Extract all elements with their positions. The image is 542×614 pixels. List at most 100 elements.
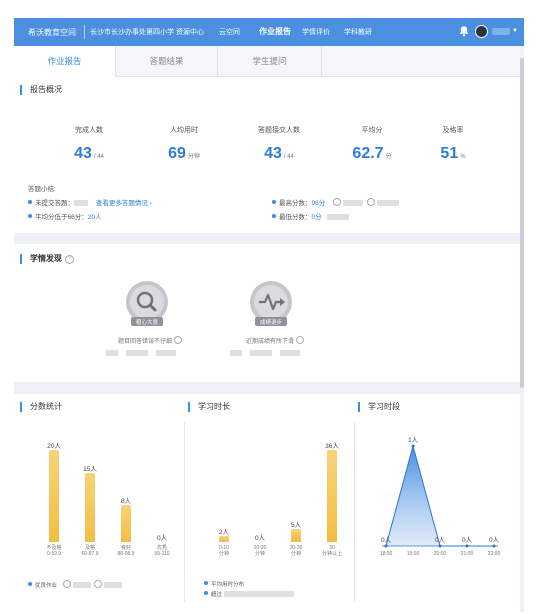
- score-x-label-line: 0-59.9: [46, 551, 62, 557]
- stat-submitted-suffix: / 44: [283, 154, 294, 160]
- nav-homework-report[interactable]: 作业报告: [259, 26, 291, 37]
- stat-avg-time: 人均用时 69 分钟: [139, 125, 229, 163]
- time-x-label-3: 30 分钟以上: [317, 545, 347, 557]
- avatar-icon: [94, 580, 103, 588]
- badge-caption-careless: 题目回答错误不仔细: [118, 336, 184, 345]
- bell-icon[interactable]: [458, 25, 470, 37]
- score-x-label-3: 优秀 99-110: [147, 545, 177, 557]
- below-avg-count[interactable]: 20人: [88, 214, 102, 221]
- nav-research[interactable]: 学科教研: [344, 27, 372, 37]
- magnifier-badge-icon[interactable]: 粗心大意: [120, 278, 174, 332]
- tab-bar: 作业报告 答题结果 学生提问: [14, 46, 520, 77]
- stat-completed-value: 43: [74, 145, 92, 162]
- stat-submitted-value: 43: [264, 145, 282, 162]
- help-icon[interactable]: [174, 336, 183, 344]
- view-more-link[interactable]: 查看更多答题情况 ›: [96, 200, 152, 207]
- avatar-icon: [333, 198, 342, 206]
- top-navigation-bar: 希沃教育空间 长沙市长沙办事处第四小学 资源中心 云空间 作业报告 学情评价 学…: [14, 18, 524, 46]
- score-x-label-line: 88-98.9: [117, 551, 135, 557]
- period-x-label-0: 18:00: [380, 551, 393, 557]
- bullet-dot: [28, 200, 32, 204]
- legend-text: 超过: [211, 592, 223, 598]
- period-area-chart: 0人 18:00 1人 19:00 0人 20:00 0人 21:00 0人 22:00: [380, 436, 501, 557]
- time-bar-label-2: 5人: [290, 522, 302, 530]
- period-x-label-4: 22:00: [488, 551, 501, 557]
- overview-title: 报告概况: [20, 85, 62, 95]
- time-bar-0[interactable]: [219, 536, 229, 542]
- badge-label-regress: 成绩退步: [260, 318, 283, 326]
- score-x-label-line: 99-110: [154, 551, 170, 557]
- blurred-name: [230, 350, 242, 356]
- charts-card: 分数统计 学习时长 学习时段 20人 不及格 0-59.9 15人 及格 60-87.9 8…: [14, 394, 520, 612]
- score-x-label-line: 60-87.9: [81, 551, 99, 557]
- bullet-dot: [272, 200, 276, 204]
- blurred-name: [106, 350, 118, 356]
- period-x-label-1: 19:00: [407, 551, 420, 557]
- brand-name[interactable]: 希沃教育空间: [28, 27, 76, 38]
- period-point-1[interactable]: [411, 444, 415, 448]
- time-x-label-2: 20-30 分钟: [281, 545, 311, 557]
- time-bar-label-0: 2人: [218, 529, 230, 536]
- stat-completed-suffix: / 44: [93, 154, 104, 160]
- legend-text: 平均用时分布: [211, 582, 245, 588]
- period-value-label-4: 0人: [489, 536, 500, 544]
- time-bar-3[interactable]: [327, 450, 337, 542]
- legend-text: 优良作业: [35, 583, 58, 589]
- nav-evaluation[interactable]: 学情评价: [302, 27, 330, 37]
- tab-homework-report[interactable]: 作业报告: [14, 46, 116, 77]
- period-value-label-3: 0人: [462, 536, 473, 544]
- summary-below-avg: 平均分低于66分：20人: [28, 211, 101, 221]
- blurred-text: [224, 591, 295, 597]
- blurred-name: [327, 214, 350, 220]
- bullet-dot: [28, 214, 32, 218]
- findings-title-text: 学情发现: [30, 254, 62, 263]
- user-name-blurred[interactable]: [492, 28, 510, 35]
- stat-avg-time-value: 69: [168, 145, 186, 162]
- score-bar-1[interactable]: [85, 473, 95, 542]
- highest-label: 最高分数：: [279, 200, 312, 207]
- avatar-icon: [62, 580, 71, 588]
- score-x-label-0: 不及格 0-59.9: [39, 545, 69, 557]
- brand-divider: [84, 25, 85, 39]
- chart-divider: [354, 422, 355, 602]
- tab-student-questions[interactable]: 学生提问: [218, 46, 322, 76]
- caption-text: 题目回答错误不仔细: [118, 339, 173, 345]
- time-legend-1: 平均用时分布: [204, 580, 244, 588]
- avatar[interactable]: [475, 25, 488, 38]
- time-x-label-line: 分钟: [218, 551, 229, 557]
- blurred-name: [125, 350, 148, 356]
- time-x-label-1: 10-20 分钟: [245, 545, 275, 557]
- findings-title: 学情发现?: [20, 254, 74, 264]
- stat-avg-score: 平均分 62.7 分: [327, 125, 417, 163]
- stat-avg-score-label: 平均分: [361, 127, 383, 134]
- stat-avg-score-value: 62.7: [352, 145, 384, 162]
- unsubmitted-label: 未提交答题：: [35, 200, 74, 207]
- careless-student-names: [106, 350, 176, 357]
- trend-badge-icon[interactable]: 成绩退步: [244, 278, 298, 332]
- school-name: 长沙市长沙办事处第四小学 资源中心: [90, 29, 204, 36]
- summary-highest: 最高分数：98分: [272, 197, 399, 207]
- stat-avg-time-label: 人均用时: [170, 127, 198, 134]
- bullet-dot: [272, 214, 276, 218]
- highest-value: 98分: [311, 200, 326, 207]
- stat-completed: 完成人数 43/ 44: [44, 125, 134, 163]
- tab-answer-results[interactable]: 答题结果: [116, 46, 218, 76]
- blurred-name: [155, 350, 176, 356]
- badge-label-careless: 粗心大意: [136, 318, 159, 326]
- scrollbar[interactable]: [520, 58, 524, 388]
- below-avg-label: 平均分低于66分：: [35, 214, 88, 221]
- score-bar-2[interactable]: [121, 505, 131, 542]
- score-bar-label-3: 0人: [156, 535, 168, 542]
- stat-pass-rate-value: 51: [440, 145, 459, 162]
- time-bar-2[interactable]: [291, 529, 301, 542]
- period-x-label-2: 20:00: [434, 551, 447, 557]
- help-icon[interactable]: [296, 336, 305, 344]
- score-bar-0[interactable]: [49, 450, 59, 542]
- nav-cloud-space[interactable]: 云空间: [219, 27, 240, 37]
- blurred-name: [343, 200, 364, 206]
- score-legend: 优良作业: [28, 580, 123, 589]
- stat-pass-rate: 及格率 51%: [408, 125, 498, 163]
- help-icon[interactable]: ?: [65, 255, 74, 264]
- period-chart-title: 学习时段: [358, 402, 400, 412]
- chevron-down-icon[interactable]: ▼: [512, 28, 518, 34]
